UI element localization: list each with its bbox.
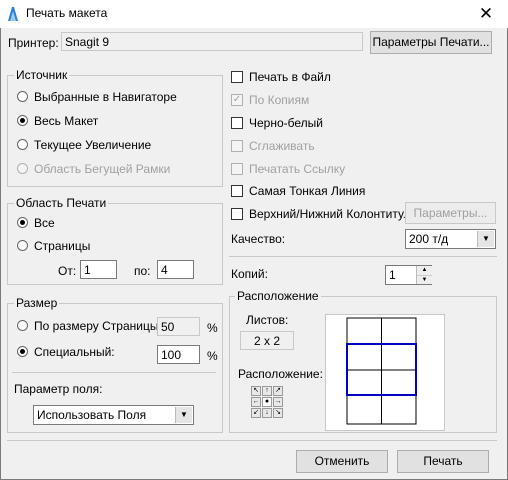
bw-label: Черно-белый (249, 116, 323, 130)
chevron-down-icon[interactable]: ▼ (175, 407, 192, 423)
custom-percent-input[interactable]: 100 (157, 345, 200, 364)
page-grid-preview (346, 317, 417, 425)
copies-spinner[interactable]: ▲ ▼ (416, 266, 432, 284)
footer-separator (7, 440, 497, 441)
margins-label: Параметр поля: (14, 382, 103, 396)
title-bar: Печать макета ✕ (0, 0, 508, 28)
spin-down-icon[interactable]: ▼ (417, 276, 432, 284)
print-all-radio[interactable] (17, 217, 28, 228)
print-to-file-label: Печать в Файл (249, 70, 331, 84)
header-footer-label: Верхний/Нижний Колонтитул (249, 207, 411, 221)
print-area-group-title: Область Печати (14, 196, 109, 210)
arrow-down-left-icon[interactable]: ↙ (251, 408, 261, 418)
fit-percent-sign: % (207, 321, 218, 335)
window-title: Печать макета (26, 6, 108, 20)
margins-select[interactable]: Использовать Поля Принте ▼ (33, 405, 194, 425)
print-all-label: Все (34, 216, 55, 230)
smooth-label: Сглаживать (249, 139, 315, 153)
smooth-checkbox (231, 140, 243, 152)
custom-size-label: Специальный: (34, 345, 115, 359)
custom-percent-sign: % (207, 349, 218, 363)
print-to-file-checkbox[interactable] (231, 71, 243, 83)
quality-select-value: 200 т/д (409, 232, 449, 246)
sheets-value: 2 x 2 (240, 331, 294, 350)
custom-size-radio[interactable] (17, 346, 28, 357)
fit-percent-field: 50 (157, 317, 200, 336)
page-preview (325, 314, 445, 431)
copies-label: Копий: (231, 267, 268, 281)
arrow-left-icon[interactable]: ← (251, 397, 261, 407)
source-group-title: Источник (14, 68, 70, 82)
margins-select-value: Использовать Поля Принте (37, 408, 147, 424)
source-current-zoom-radio[interactable] (17, 139, 28, 150)
chevron-down-icon[interactable]: ▼ (477, 231, 494, 247)
thinnest-line-checkbox[interactable] (231, 185, 243, 197)
close-icon[interactable]: ✕ (464, 0, 508, 28)
print-pages-label: Страницы (34, 239, 91, 253)
spin-up-icon[interactable]: ▲ (417, 266, 432, 276)
source-selected-radio[interactable] (17, 91, 28, 102)
source-whole-layout-radio[interactable] (17, 115, 28, 126)
options-separator (229, 256, 497, 257)
copies-value: 1 (389, 268, 396, 282)
arrow-up-icon[interactable]: ↑ (262, 386, 272, 396)
by-copies-label: По Копиям (249, 93, 310, 107)
cancel-button[interactable]: Отменить (296, 450, 388, 473)
by-copies-checkbox: ✓ (231, 94, 243, 106)
print-pages-radio[interactable] (17, 240, 28, 251)
arrow-right-icon[interactable]: → (273, 397, 283, 407)
bw-checkbox[interactable] (231, 117, 243, 129)
sheets-label: Листов: (246, 313, 289, 327)
center-dot-icon[interactable]: ● (262, 397, 272, 407)
app-icon (8, 7, 18, 21)
fit-to-page-radio[interactable] (17, 320, 28, 331)
to-page-input[interactable]: 4 (157, 260, 194, 279)
source-marquee-label: Область Бегущей Рамки (34, 162, 171, 176)
printer-settings-button[interactable]: Параметры Печати... (370, 31, 492, 54)
arrow-down-right-icon[interactable]: ↘ (273, 408, 283, 418)
quality-label: Качество: (231, 232, 286, 246)
layout-group-title: Расположение (235, 289, 321, 303)
source-current-zoom-label: Текущее Увеличение (34, 138, 152, 152)
size-separator (12, 372, 216, 373)
from-label: От: (58, 264, 77, 278)
arrow-up-left-icon[interactable]: ↖ (251, 386, 261, 396)
source-marquee-radio (17, 163, 28, 174)
source-selected-label: Выбранные в Навигаторе (34, 90, 177, 104)
header-footer-params-button: Параметры... (405, 202, 496, 224)
to-label: по: (134, 264, 151, 278)
header-footer-checkbox[interactable] (231, 208, 243, 220)
thinnest-line-label: Самая Тонкая Линия (249, 184, 366, 198)
printer-label: Принтер: (8, 36, 59, 50)
quality-select[interactable]: 200 т/д ▼ (405, 229, 496, 249)
position-label: Расположение: (238, 367, 323, 381)
print-button[interactable]: Печать (397, 450, 489, 473)
from-page-input[interactable]: 1 (80, 260, 117, 279)
source-whole-layout-label: Весь Макет (34, 114, 99, 128)
fit-to-page-label: По размеру Страницы: (34, 319, 162, 333)
printer-name-field: Snagit 9 (61, 32, 363, 51)
print-link-checkbox (231, 163, 243, 175)
arrow-up-right-icon[interactable]: ↗ (273, 386, 283, 396)
size-group-title: Размер (14, 296, 60, 310)
arrow-down-icon[interactable]: ↓ (262, 408, 272, 418)
print-link-label: Печатать Ссылку (249, 162, 346, 176)
